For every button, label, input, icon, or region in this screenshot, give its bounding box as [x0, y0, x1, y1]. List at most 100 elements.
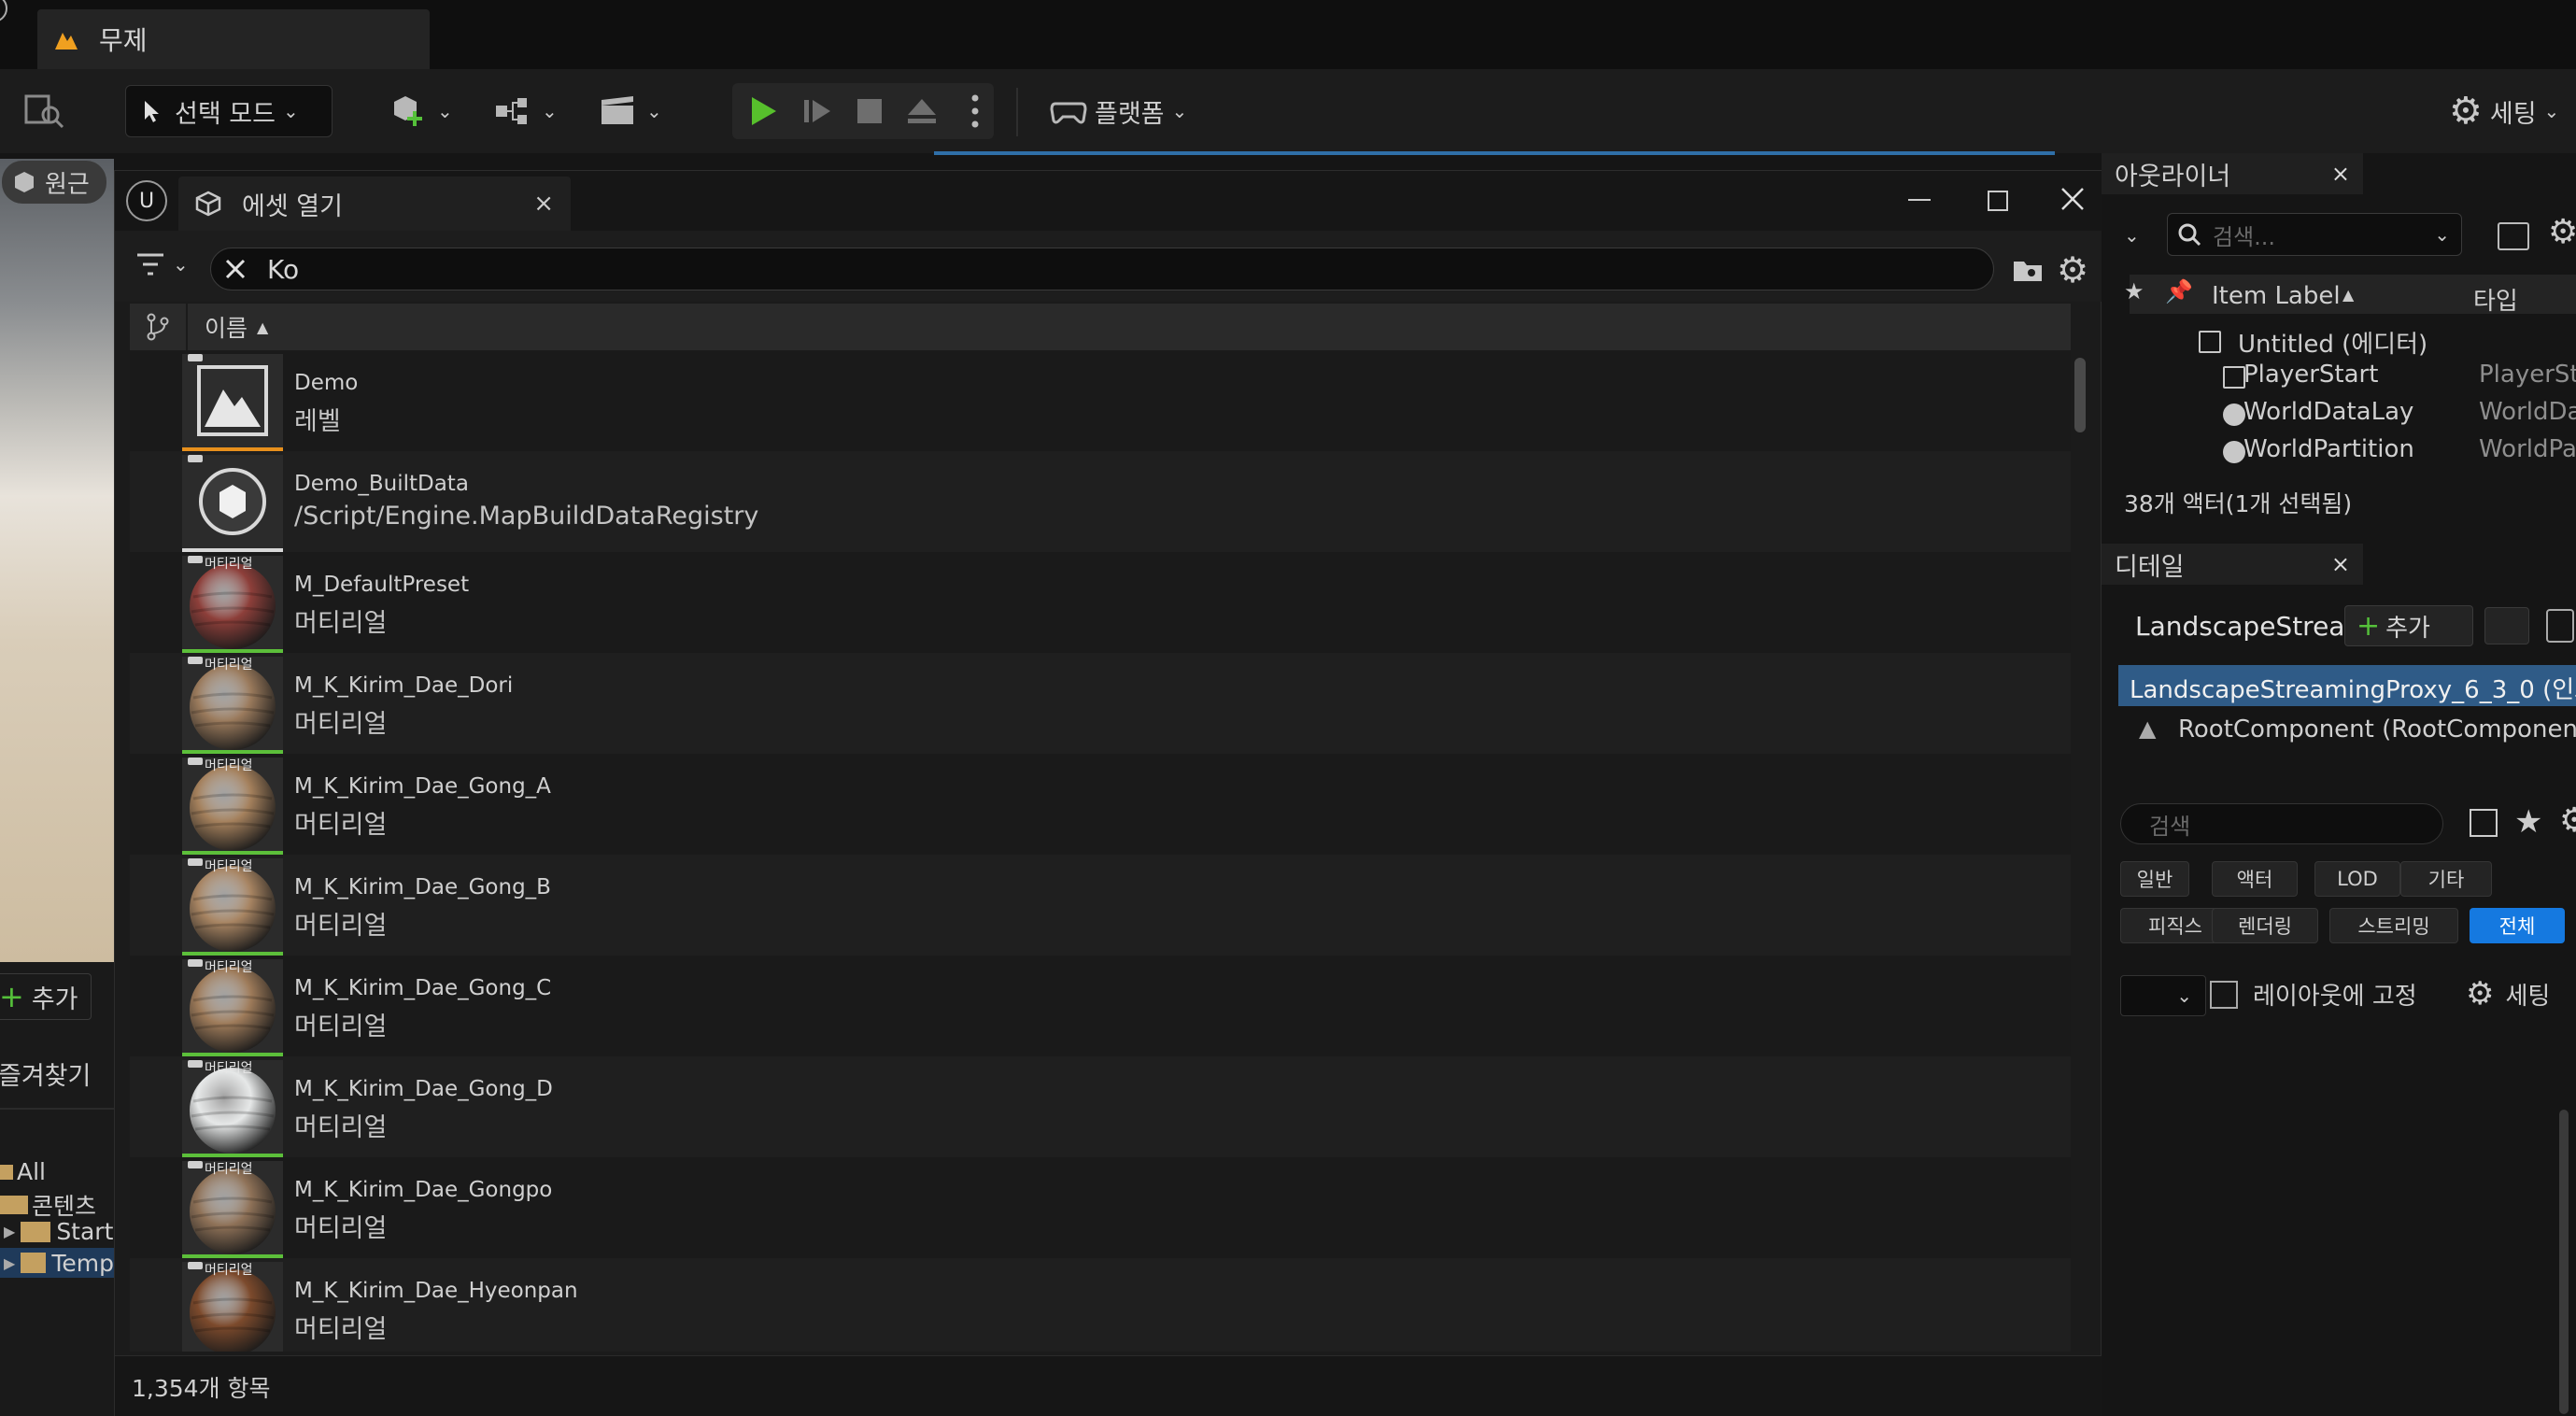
add-actor-dropdown[interactable]: ⌄: [389, 85, 463, 137]
lock-icon[interactable]: [2546, 609, 2574, 643]
expand-arrow-icon: ▶: [4, 1223, 16, 1240]
outliner-item-type: WorldDa: [2479, 398, 2576, 426]
eject-button[interactable]: [899, 85, 945, 137]
maximize-icon: [1988, 191, 2008, 211]
outliner-search-placeholder: 검색...: [2213, 223, 2276, 250]
advance-frame-button[interactable]: [794, 85, 841, 137]
cinematics-dropdown[interactable]: ⌄: [598, 85, 669, 137]
dialog-tab[interactable]: 에셋 열기 ×: [178, 177, 571, 231]
category-filter-chip[interactable]: 기타: [2400, 861, 2492, 897]
dialog-search-row: ⌄ Ko ⚙: [115, 231, 2102, 302]
details-settings-icon[interactable]: ⚙: [2559, 801, 2576, 840]
outliner-item-label[interactable]: PlayerStart: [2243, 361, 2378, 389]
details-tab[interactable]: 디테일 ×: [2102, 544, 2363, 585]
asset-thumbnail: [182, 354, 283, 447]
asset-type-tag: 머티리얼: [205, 557, 253, 572]
outliner-filter-chevron[interactable]: ⌄: [2124, 224, 2140, 247]
blueprint-dropdown[interactable]: ⌄: [493, 85, 564, 137]
close-tab-icon[interactable]: ×: [2331, 551, 2350, 577]
stop-button[interactable]: [846, 85, 893, 137]
category-filter-chip[interactable]: 스트리밍: [2329, 908, 2458, 943]
root-component-label[interactable]: RootComponent (RootComponent0): [2178, 715, 2576, 743]
asset-name: M_K_Kirim_Dae_Gong_A: [294, 774, 551, 799]
level-viewport[interactable]: 원근: [0, 159, 114, 962]
select-mode-dropdown[interactable]: 선택 모드 ⌄: [125, 85, 333, 137]
add-content-button[interactable]: + 추가: [0, 973, 92, 1020]
details-title: 디테일: [2115, 552, 2185, 582]
blueprint-convert-button[interactable]: [2484, 607, 2529, 644]
tree-item-all[interactable]: All: [0, 1158, 46, 1185]
filter-dropdown[interactable]: ⌄: [135, 251, 189, 277]
close-tab-icon[interactable]: ×: [533, 190, 554, 218]
category-filter-chip[interactable]: 액터: [2212, 861, 2298, 897]
asset-row[interactable]: 머티리얼 M_K_Kirim_Dae_Gong_B 머티리얼: [130, 855, 2071, 956]
asset-type-tag: 머티리얼: [205, 1162, 253, 1177]
platform-dropdown[interactable]: 플랫폼 ⌄: [1050, 85, 1199, 137]
browse-folder-button[interactable]: [2009, 251, 2046, 289]
asset-type-tag: 머티리얼: [205, 658, 253, 673]
close-window-button[interactable]: [2054, 180, 2091, 218]
category-filter-chip[interactable]: LOD: [2314, 861, 2400, 897]
asset-row[interactable]: 머티리얼 M_K_Kirim_Dae_Hyeonpan 머티리얼: [130, 1258, 2071, 1352]
tree-item-starter[interactable]: ▶ Startd: [4, 1218, 128, 1245]
source-control-icon: [188, 858, 203, 866]
settings-dropdown[interactable]: ⚙ 세팅 ⌄: [2449, 85, 2576, 137]
details-scrollbar[interactable]: [2559, 1110, 2569, 1414]
category-filter-chip[interactable]: 전체: [2470, 908, 2565, 943]
gamepad-icon: [1050, 102, 1087, 124]
outliner-settings-icon[interactable]: ⚙: [2548, 213, 2576, 251]
add-folder-button[interactable]: [2498, 222, 2529, 250]
view-options-button[interactable]: [130, 304, 186, 350]
outliner-search-input[interactable]: 검색... ⌄: [2167, 213, 2462, 256]
favorites-header[interactable]: 즐겨찾기: [0, 1055, 91, 1092]
asset-row[interactable]: 머티리얼 M_K_Kirim_Dae_Gongpo 머티리얼: [130, 1157, 2071, 1258]
play-options-button[interactable]: [956, 85, 994, 137]
asset-row[interactable]: 머티리얼 M_K_Kirim_Dae_Dori 머티리얼: [130, 653, 2071, 754]
world-icon: [2223, 404, 2245, 426]
asset-search-input[interactable]: Ko: [210, 248, 1994, 290]
asset-row[interactable]: Demo 레벨: [130, 350, 2071, 451]
category-filter-chip[interactable]: 일반: [2120, 861, 2189, 897]
details-settings-button[interactable]: ⚙ 세팅: [2466, 975, 2550, 1012]
outliner-item-label[interactable]: WorldPartition: [2243, 435, 2414, 463]
details-view-dropdown[interactable]: ⌄: [2120, 975, 2206, 1016]
tree-item-content[interactable]: 콘텐츠: [0, 1188, 96, 1222]
content-browser-panel: + 추가 즐겨찾기 All 콘텐츠 ▶ Startd ▶ Temp: [0, 962, 128, 1416]
source-control-icon: [188, 959, 203, 967]
star-filter-icon[interactable]: ★: [2514, 803, 2542, 841]
details-add-button[interactable]: + 추가: [2344, 605, 2473, 646]
play-button[interactable]: [740, 85, 786, 137]
content-browser-toggle-button[interactable]: [24, 85, 71, 137]
asset-row[interactable]: 머티리얼 M_DefaultPreset 머티리얼: [130, 552, 2071, 653]
asset-type: 머티리얼: [294, 1214, 388, 1243]
asset-list-scrollbar[interactable]: [2074, 358, 2086, 432]
perspective-button[interactable]: 원근: [2, 161, 106, 204]
outliner-item-label[interactable]: Untitled (에디터): [2238, 325, 2427, 360]
asset-row[interactable]: 머티리얼 M_K_Kirim_Dae_Gong_C 머티리얼: [130, 956, 2071, 1056]
gear-icon: ⚙: [2056, 249, 2089, 290]
asset-row[interactable]: 머티리얼 M_K_Kirim_Dae_Gong_A 머티리얼: [130, 754, 2071, 855]
player-start-icon: [2223, 366, 2245, 389]
item-label-column[interactable]: Item Label: [2212, 282, 2341, 310]
type-column[interactable]: 타입: [2473, 282, 2518, 317]
dialog-settings-button[interactable]: ⚙: [2052, 249, 2093, 290]
tree-item-temp[interactable]: ▶ Temp: [0, 1248, 114, 1278]
outliner-item-label[interactable]: WorldDataLay: [2243, 398, 2413, 426]
details-search-input[interactable]: 검색: [2120, 803, 2443, 844]
asset-thumbnail: [182, 455, 283, 548]
maximize-button[interactable]: [1979, 184, 2017, 218]
table-view-icon[interactable]: [2470, 809, 2498, 837]
outliner-tab[interactable]: 아웃라이너 ×: [2102, 153, 2363, 194]
level-thumbnail-icon: [197, 365, 268, 436]
category-filter-chip[interactable]: 렌더링: [2212, 908, 2318, 943]
lock-to-layout-toggle[interactable]: 레이아웃에 고정: [2210, 977, 2417, 1012]
minimize-icon: [1908, 199, 1931, 201]
close-tab-icon[interactable]: ×: [2331, 161, 2350, 187]
asset-row[interactable]: 머티리얼 M_K_Kirim_Dae_Gong_D 머티리얼: [130, 1056, 2071, 1157]
cube-icon: [15, 172, 34, 192]
document-tab[interactable]: 무제: [37, 9, 430, 69]
asset-type-tag: 머티리얼: [205, 859, 253, 874]
minimize-button[interactable]: [1901, 184, 1938, 218]
name-column-header[interactable]: 이름 ▲: [188, 310, 268, 344]
asset-row[interactable]: Demo_BuiltData/Script/Engine.MapBuildDat…: [130, 451, 2071, 552]
